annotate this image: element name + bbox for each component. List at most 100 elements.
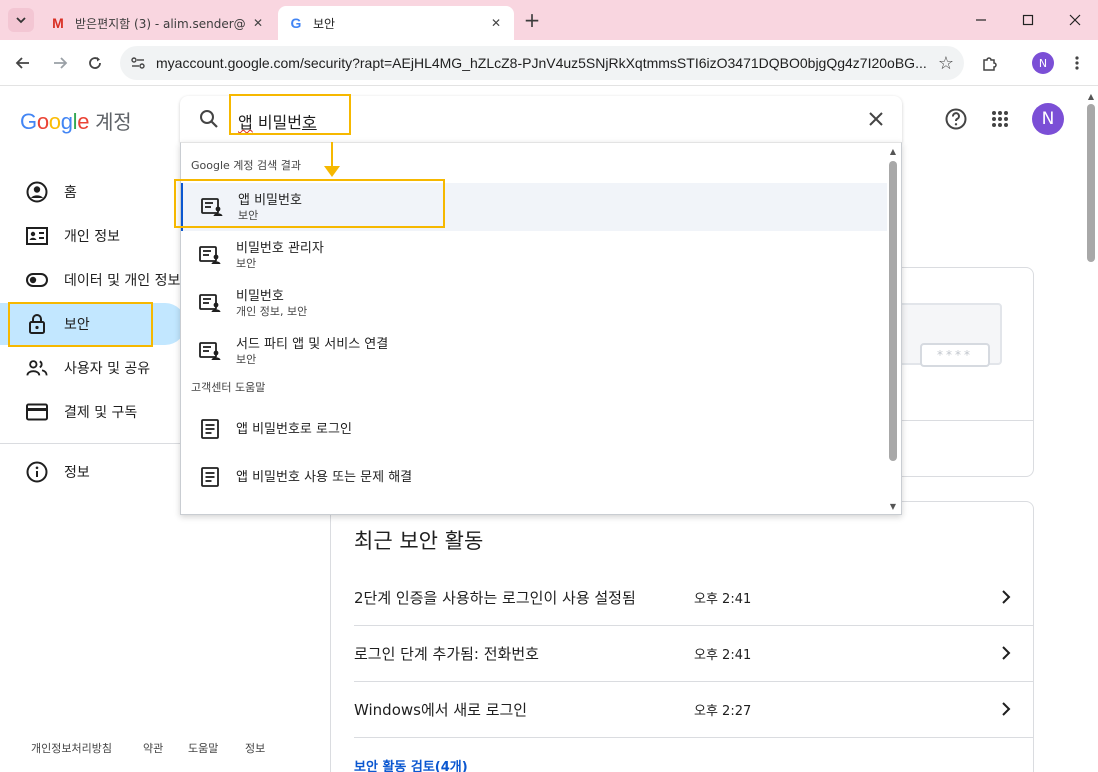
close-icon[interactable]: ✕ bbox=[250, 15, 266, 31]
article-icon bbox=[199, 418, 221, 440]
profile-avatar[interactable]: N bbox=[1032, 52, 1054, 74]
apps-button[interactable] bbox=[987, 106, 1013, 132]
more-vert-icon bbox=[1075, 56, 1079, 70]
sidebar-item-people-sharing[interactable]: 사용자 및 공유 bbox=[0, 347, 186, 389]
suggestion-title: 비밀번호 bbox=[236, 288, 284, 304]
activity-time: 오후 2:41 bbox=[694, 647, 752, 663]
page-scroll-up-arrow-icon[interactable]: ▲ bbox=[1085, 90, 1097, 102]
google-icon: G bbox=[290, 15, 302, 31]
reload-button[interactable] bbox=[82, 50, 108, 76]
account-avatar[interactable]: N bbox=[1032, 103, 1064, 135]
suggestion-subtitle: 보안 bbox=[236, 256, 257, 270]
close-icon bbox=[1069, 14, 1081, 26]
review-activity-link[interactable]: 보안 활동 검토(4개) bbox=[354, 756, 468, 772]
logo-letter: e bbox=[77, 109, 90, 134]
window-close-button[interactable] bbox=[1052, 0, 1098, 40]
toggle-icon bbox=[26, 269, 48, 291]
info-icon bbox=[26, 461, 48, 483]
address-bar[interactable]: myaccount.google.com/security?rapt=AEjHL… bbox=[120, 46, 964, 80]
annotation-highlight-security-nav bbox=[8, 302, 153, 347]
minimize-button[interactable] bbox=[958, 0, 1004, 40]
chevron-down-icon bbox=[16, 17, 26, 24]
close-icon[interactable]: ✕ bbox=[488, 15, 504, 31]
back-button[interactable] bbox=[10, 50, 36, 76]
suggestion-third-party-apps[interactable]: 서드 파티 앱 및 서비스 연결 보안 bbox=[181, 327, 887, 375]
activity-row[interactable]: 2단계 인증을 사용하는 로그인이 사용 설정됨 오후 2:41 bbox=[354, 569, 1034, 625]
activity-text: Windows에서 새로 로그인 bbox=[354, 700, 528, 719]
google-account-logo[interactable]: Google 계정 bbox=[20, 106, 132, 135]
chevron-right-icon bbox=[994, 645, 1018, 661]
help-button[interactable] bbox=[943, 106, 969, 132]
activity-text: 로그인 단계 추가됨: 전화번호 bbox=[354, 644, 539, 663]
sidebar-item-payments[interactable]: 결제 및 구독 bbox=[0, 391, 186, 433]
annotation-highlight-search bbox=[229, 94, 351, 135]
browser-toolbar: myaccount.google.com/security?rapt=AEjHL… bbox=[0, 40, 1098, 86]
account-label: 계정 bbox=[95, 112, 132, 134]
activity-time: 오후 2:27 bbox=[694, 703, 752, 719]
activity-row[interactable]: Windows에서 새로 로그인 오후 2:27 bbox=[354, 681, 1034, 737]
activity-text: 2단계 인증을 사용하는 로그인이 사용 설정됨 bbox=[354, 588, 636, 607]
activity-row[interactable]: 로그인 단계 추가됨: 전화번호 오후 2:41 bbox=[354, 625, 1034, 681]
tab-search-button[interactable] bbox=[8, 8, 34, 32]
activity-divider bbox=[354, 737, 1034, 738]
scroll-down-arrow-icon[interactable]: ▼ bbox=[888, 501, 898, 511]
close-icon bbox=[869, 112, 883, 126]
reload-icon bbox=[89, 57, 101, 69]
bookmark-star-icon[interactable]: ☆ bbox=[928, 53, 964, 74]
page-scrollbar-thumb[interactable] bbox=[1087, 104, 1095, 262]
clear-search-button[interactable] bbox=[864, 107, 888, 131]
forward-button[interactable] bbox=[47, 50, 73, 76]
suggestion-help-signin-app-password[interactable]: 앱 비밀번호로 로그인 bbox=[181, 405, 887, 453]
chevron-right-icon bbox=[994, 589, 1018, 605]
plus-icon: + bbox=[523, 8, 541, 32]
browser-menu-button[interactable] bbox=[1064, 50, 1090, 76]
sidebar-item-label: 데이터 및 개인 정보 bbox=[64, 273, 181, 289]
minimize-icon bbox=[976, 19, 986, 21]
suggestion-help-troubleshoot[interactable]: 앱 비밀번호 사용 또는 문제 해결 bbox=[181, 453, 887, 501]
puzzle-icon bbox=[983, 57, 997, 71]
activity-time: 오후 2:41 bbox=[694, 591, 752, 607]
id-card-icon bbox=[26, 225, 48, 247]
site-info-icon[interactable] bbox=[120, 55, 156, 71]
suggestion-password[interactable]: 비밀번호 개인 정보, 보안 bbox=[181, 279, 887, 327]
account-circle-icon bbox=[26, 181, 48, 203]
credit-card-icon bbox=[26, 401, 48, 423]
help-icon bbox=[945, 108, 967, 130]
chevron-right-icon bbox=[994, 701, 1018, 717]
gmail-icon: M bbox=[52, 15, 64, 31]
tab-title: 보안 bbox=[313, 16, 336, 31]
dropdown-scrollbar-thumb[interactable] bbox=[889, 161, 897, 461]
sidebar-item-label: 결제 및 구독 bbox=[64, 405, 138, 421]
footer-about-link[interactable]: 정보 bbox=[245, 740, 265, 756]
recent-activity-title: 최근 보안 활동 bbox=[354, 529, 484, 553]
maximize-icon bbox=[1022, 14, 1034, 26]
sidebar-item-label: 사용자 및 공유 bbox=[64, 361, 151, 377]
annotation-highlight-result bbox=[174, 179, 445, 228]
sidebar-item-data-privacy[interactable]: 데이터 및 개인 정보 bbox=[0, 259, 186, 301]
settings-result-icon bbox=[199, 244, 221, 266]
suggestion-subtitle: 보안 bbox=[236, 352, 257, 366]
new-tab-button[interactable]: + bbox=[521, 8, 543, 32]
dropdown-section-help: 고객센터 도움말 bbox=[191, 381, 266, 394]
logo-letter: g bbox=[60, 109, 73, 134]
sidebar-item-about[interactable]: 정보 bbox=[0, 451, 186, 493]
extensions-button[interactable] bbox=[977, 50, 1003, 76]
maximize-button[interactable] bbox=[1005, 0, 1051, 40]
suggestion-title: 앱 비밀번호 사용 또는 문제 해결 bbox=[236, 469, 413, 485]
sidebar-item-home[interactable]: 홈 bbox=[0, 171, 186, 213]
url-text[interactable]: myaccount.google.com/security?rapt=AEjHL… bbox=[156, 55, 928, 71]
footer-privacy-link[interactable]: 개인정보처리방침 bbox=[31, 740, 112, 756]
tab-title: 받은편지함 (3) - alim.sender@ bbox=[75, 16, 246, 31]
browser-tabstrip: M 받은편지함 (3) - alim.sender@ ✕ G 보안 ✕ + bbox=[0, 0, 1098, 40]
arrow-right-icon bbox=[54, 57, 68, 69]
scroll-up-arrow-icon[interactable]: ▲ bbox=[888, 146, 898, 156]
sidebar-item-personal-info[interactable]: 개인 정보 bbox=[0, 215, 186, 257]
tab-gmail[interactable]: M 받은편지함 (3) - alim.sender@ ✕ bbox=[40, 6, 276, 40]
suggestion-password-manager[interactable]: 비밀번호 관리자 보안 bbox=[181, 231, 887, 279]
footer-terms-link[interactable]: 약관 bbox=[143, 740, 163, 756]
arrow-left-icon bbox=[15, 57, 29, 69]
annotation-arrow-icon bbox=[324, 142, 340, 177]
footer-help-link[interactable]: 도움말 bbox=[188, 740, 218, 756]
tab-security[interactable]: G 보안 ✕ bbox=[278, 6, 514, 40]
sidebar-item-label: 정보 bbox=[64, 465, 90, 481]
